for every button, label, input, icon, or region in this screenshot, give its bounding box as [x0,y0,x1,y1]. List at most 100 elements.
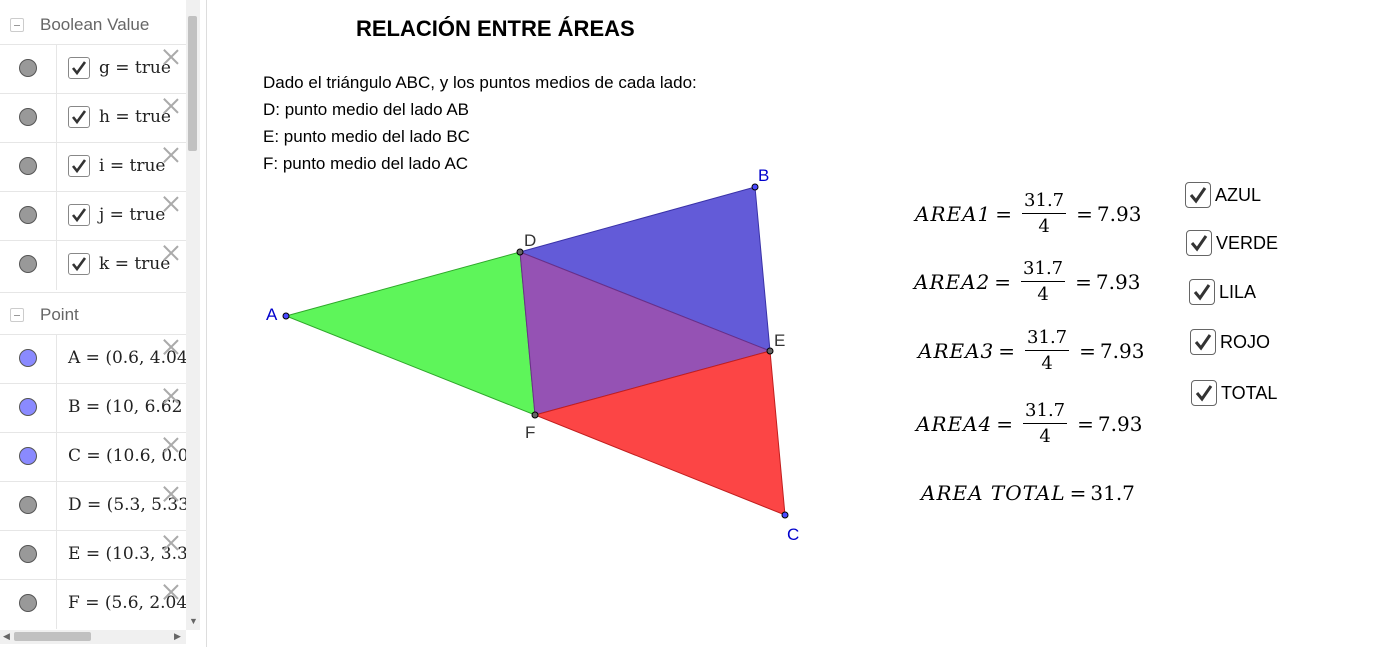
triangle-blue[interactable] [518,186,771,352]
algebra-row-D[interactable]: D = (5.3, 5.33 [0,481,189,531]
visibility-toggle-icon[interactable] [19,398,37,416]
delete-icon[interactable] [163,437,179,453]
boolean-checkbox[interactable] [68,253,90,275]
algebra-expression[interactable]: j = true [99,205,165,225]
checkbox-icon[interactable] [1189,279,1215,305]
row-separator [56,335,57,384]
algebra-row-k[interactable]: k = true [0,240,186,290]
algebra-row-C[interactable]: C = (10.6, 0.0 [0,432,188,482]
area-name: AREA2 [914,269,991,294]
checkbox-icon[interactable] [1190,329,1216,355]
algebra-row-F[interactable]: F = (5.6, 2.04 [0,579,187,629]
equals-sign: = [1069,481,1087,505]
checkbox-total[interactable]: TOTAL [1191,380,1277,406]
row-separator [56,94,57,143]
equals-sign: = [996,411,1014,436]
panel-divider[interactable] [206,0,207,647]
triangle-red[interactable] [533,350,786,516]
scrollbar-thumb[interactable] [14,632,91,641]
scroll-left-arrow-icon[interactable]: ◀ [3,631,10,642]
visibility-toggle-icon[interactable] [19,447,37,465]
checkbox-rojo[interactable]: ROJO [1190,329,1270,355]
delete-icon[interactable] [163,98,179,114]
visibility-toggle-icon[interactable] [19,594,37,612]
boolean-checkbox[interactable] [68,57,90,79]
visibility-toggle-icon[interactable] [19,206,37,224]
point-B[interactable] [751,183,759,191]
algebra-expression[interactable]: h = true [99,107,171,127]
checkbox-label[interactable]: AZUL [1215,185,1261,206]
algebra-row-B[interactable]: B = (10, 6.62 [0,383,186,433]
fraction: 31.7 4 [1025,327,1070,374]
scrollbar-thumb[interactable] [188,16,197,151]
group-label: Boolean Value [40,15,150,34]
delete-icon[interactable] [163,245,179,261]
checkbox-icon[interactable] [1191,380,1217,406]
checkbox-label[interactable]: LILA [1219,282,1256,303]
equals-sign: = [995,201,1013,226]
algebra-row-A[interactable]: A = (0.6, 4.04 [0,334,188,384]
checkbox-lila[interactable]: LILA [1189,279,1256,305]
delete-icon[interactable] [163,535,179,551]
boolean-checkbox[interactable] [68,204,90,226]
checkbox-verde[interactable]: VERDE [1186,230,1278,256]
fraction: 31.7 4 [1021,258,1066,305]
point-F[interactable] [531,411,539,419]
collapse-icon[interactable] [10,18,24,32]
row-separator [56,531,57,580]
area-name: AREA4 [916,411,993,436]
visibility-toggle-icon[interactable] [19,496,37,514]
algebra-row-i[interactable]: i = true [0,142,186,192]
visibility-toggle-icon[interactable] [19,545,37,563]
algebra-row-g[interactable]: g = true [0,44,186,94]
point-D[interactable] [516,248,524,256]
label-B: B [758,166,769,185]
checkbox-azul[interactable]: AZUL [1185,182,1261,208]
algebra-row-E[interactable]: E = (10.3, 3.3 [0,530,188,580]
triangle-green[interactable] [284,251,536,416]
visibility-toggle-icon[interactable] [19,157,37,175]
delete-icon[interactable] [163,196,179,212]
delete-icon[interactable] [163,388,179,404]
boolean-checkbox[interactable] [68,155,90,177]
checkbox-label[interactable]: ROJO [1220,332,1270,353]
checkbox-label[interactable]: TOTAL [1221,383,1277,404]
point-C[interactable] [781,511,789,519]
fraction: 31.7 4 [1023,400,1068,447]
label-C: C [787,525,799,544]
triangle-purple[interactable] [519,251,772,416]
delete-icon[interactable] [163,339,179,355]
boolean-checkbox[interactable] [68,106,90,128]
algebra-row-h[interactable]: h = true [0,93,186,143]
group-header-boolean[interactable]: Boolean Value [0,3,186,47]
horizontal-scrollbar[interactable]: ◀ ▶ [0,630,186,644]
delete-icon[interactable] [163,49,179,65]
point-E[interactable] [766,347,774,355]
point-A[interactable] [282,312,290,320]
visibility-toggle-icon[interactable] [19,349,37,367]
visibility-toggle-icon[interactable] [19,59,37,77]
algebra-expression[interactable]: i = true [99,156,165,176]
area-value: 7.93 [1099,338,1145,363]
equals-sign: = [1077,411,1094,436]
equals-sign: = [1076,201,1093,226]
graphics-view[interactable]: A B C D E F [0,0,1382,647]
checkbox-icon[interactable] [1185,182,1211,208]
scroll-down-arrow-icon[interactable]: ▼ [189,616,198,626]
checkbox-label[interactable]: VERDE [1216,233,1278,254]
scroll-right-arrow-icon[interactable]: ▶ [174,631,181,642]
delete-icon[interactable] [163,584,179,600]
area-name: AREA3 [918,338,995,363]
group-header-point[interactable]: Point [0,292,186,337]
algebra-expression[interactable]: k = true [99,254,170,274]
area-value: 7.93 [1096,201,1142,226]
visibility-toggle-icon[interactable] [19,255,37,273]
algebra-row-j[interactable]: j = true [0,191,186,241]
algebra-expression[interactable]: g = true [99,58,171,78]
checkbox-icon[interactable] [1186,230,1212,256]
delete-icon[interactable] [163,486,179,502]
delete-icon[interactable] [163,147,179,163]
collapse-icon[interactable] [10,308,24,322]
vertical-scrollbar[interactable]: ▼ [186,0,200,630]
visibility-toggle-icon[interactable] [19,108,37,126]
